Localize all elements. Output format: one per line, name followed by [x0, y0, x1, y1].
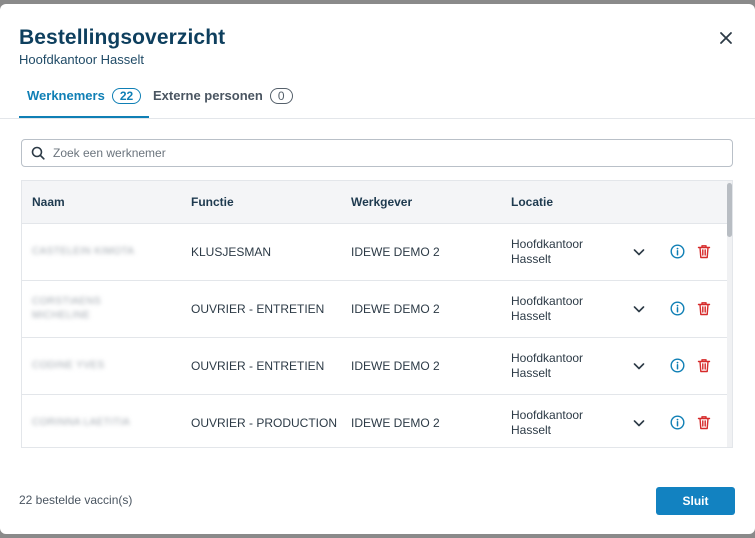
search-icon: [31, 146, 45, 160]
modal-title: Bestellingsoverzicht: [19, 26, 226, 49]
tab-werknemers[interactable]: Werknemers 22: [19, 88, 150, 118]
table-row: CASTELEIN KIMOTA KLUSJESMAN IDEWE DEMO 2…: [22, 224, 728, 281]
search-input[interactable]: [51, 145, 695, 161]
tab-label: Werknemers: [27, 88, 105, 103]
employee-location: Hoofdkantoor Hasselt: [511, 351, 584, 380]
employee-employer: IDEWE DEMO 2: [351, 416, 440, 430]
search-box: [21, 139, 733, 167]
chevron-down-icon[interactable]: [632, 359, 646, 373]
trash-icon[interactable]: [697, 358, 711, 373]
count-badge: 0: [269, 88, 293, 104]
close-button[interactable]: Sluit: [656, 487, 735, 515]
table-row: CODINE YVES OUVRIER - ENTRETIEN IDEWE DE…: [22, 338, 728, 395]
info-icon[interactable]: [670, 244, 685, 259]
info-icon[interactable]: [670, 301, 685, 316]
employee-function: OUVRIER - ENTRETIEN: [191, 359, 325, 373]
employee-name: CORINNA LAETITIA: [32, 417, 131, 428]
column-header-locatie: Locatie: [511, 195, 554, 209]
employee-location: Hoofdkantoor Hasselt: [511, 408, 584, 437]
employee-location: Hoofdkantoor Hasselt: [511, 237, 584, 266]
tab-bar: Werknemers 22 Externe personen 0: [0, 84, 755, 119]
tab-externe-personen[interactable]: Externe personen 0: [153, 88, 293, 118]
table-scrollbar[interactable]: [727, 181, 732, 447]
close-icon[interactable]: [716, 28, 736, 48]
trash-icon[interactable]: [697, 415, 711, 430]
chevron-down-icon[interactable]: [632, 302, 646, 316]
info-icon[interactable]: [670, 358, 685, 373]
table-header: Naam Functie Werkgever Locatie: [22, 181, 732, 224]
column-header-naam: Naam: [32, 195, 65, 209]
scrollbar-thumb[interactable]: [727, 183, 732, 237]
modal-subtitle: Hoofdkantoor Hasselt: [19, 52, 145, 67]
employee-function: KLUSJESMAN: [191, 245, 272, 259]
chevron-down-icon[interactable]: [632, 245, 646, 259]
employee-employer: IDEWE DEMO 2: [351, 359, 440, 373]
column-header-werkgever: Werkgever: [351, 195, 413, 209]
employee-employer: IDEWE DEMO 2: [351, 245, 440, 259]
trash-icon[interactable]: [697, 244, 711, 259]
employee-location: Hoofdkantoor Hasselt: [511, 294, 584, 323]
info-icon[interactable]: [670, 415, 685, 430]
employee-table: Naam Functie Werkgever Locatie CASTELEIN…: [21, 180, 733, 448]
count-badge: 22: [111, 88, 142, 104]
employee-name: CASTELEIN KIMOTA: [32, 246, 135, 257]
tab-label: Externe personen: [153, 88, 263, 103]
employee-name: CORSTIAENS MICHELINE: [32, 296, 102, 321]
column-header-functie: Functie: [191, 195, 234, 209]
employee-function: OUVRIER - ENTRETIEN: [191, 302, 325, 316]
order-summary: 22 bestelde vaccin(s): [19, 493, 133, 507]
trash-icon[interactable]: [697, 301, 711, 316]
chevron-down-icon[interactable]: [632, 416, 646, 430]
table-row: CORINNA LAETITIA OUVRIER - PRODUCTION ID…: [22, 395, 728, 447]
employee-name: CODINE YVES: [32, 360, 105, 371]
order-overview-modal: Bestellingsoverzicht Hoofdkantoor Hassel…: [0, 4, 755, 534]
employee-employer: IDEWE DEMO 2: [351, 302, 440, 316]
employee-function: OUVRIER - PRODUCTION: [191, 416, 338, 430]
table-row: CORSTIAENS MICHELINE OUVRIER - ENTRETIEN …: [22, 281, 728, 338]
